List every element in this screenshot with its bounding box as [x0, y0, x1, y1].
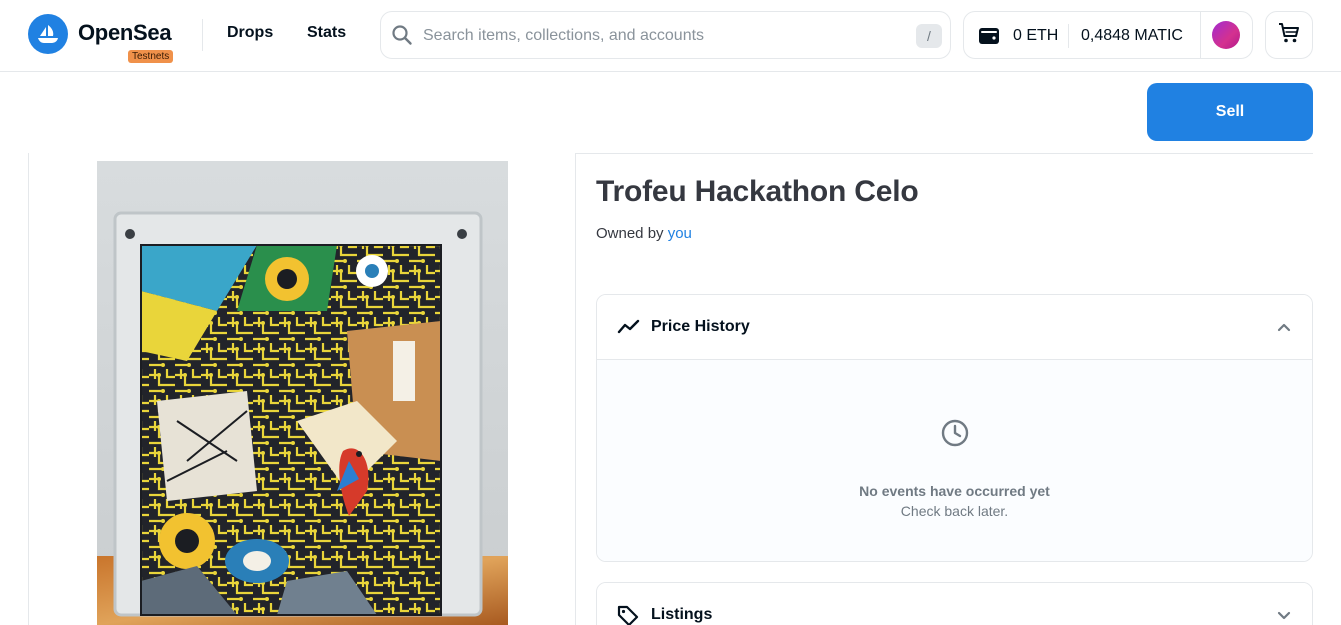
- top-navbar: OpenSea Testnets Drops Stats / 0 ETH 0,4…: [0, 0, 1341, 72]
- brand-name[interactable]: OpenSea: [78, 20, 172, 46]
- search-input[interactable]: [423, 24, 883, 48]
- cart-icon: [1277, 21, 1301, 50]
- wallet-icon: [978, 26, 1000, 51]
- wallet-balance-pill[interactable]: 0 ETH 0,4848 MATIC: [963, 11, 1253, 59]
- item-title: Trofeu Hackathon Celo: [596, 175, 919, 208]
- owned-by-label: Owned by: [596, 225, 664, 242]
- nav-drops[interactable]: Drops: [227, 24, 273, 42]
- price-history-title: Price History: [651, 318, 750, 335]
- avatar[interactable]: [1212, 21, 1240, 49]
- chevron-up-icon[interactable]: [1276, 319, 1292, 340]
- empty-state-title: No events have occurred yet: [859, 483, 1050, 499]
- nav-stats[interactable]: Stats: [307, 24, 346, 42]
- matic-balance: 0,4848 MATIC: [1081, 27, 1183, 44]
- empty-state-subtitle: Check back later.: [900, 503, 1009, 519]
- price-history-panel: Price History No events have occurred ye…: [596, 294, 1313, 562]
- nav-divider: [202, 19, 203, 51]
- avatar-divider: [1200, 12, 1201, 58]
- trend-line-icon: [617, 317, 641, 342]
- sell-button[interactable]: Sell: [1147, 83, 1313, 141]
- nft-image-panel: [28, 153, 576, 625]
- search-shortcut-key: /: [916, 24, 942, 48]
- listings-panel: Listings: [596, 582, 1313, 625]
- owned-by-line: Owned by you: [596, 225, 692, 242]
- search-icon: [391, 24, 413, 51]
- listings-toggle[interactable]: Listings: [597, 583, 1312, 625]
- balance-divider: [1068, 24, 1069, 48]
- nft-image[interactable]: [97, 161, 508, 625]
- eth-balance: 0 ETH: [1013, 27, 1059, 44]
- owner-link[interactable]: you: [668, 225, 692, 242]
- chevron-down-icon[interactable]: [1276, 607, 1292, 625]
- clock-icon: [940, 418, 970, 453]
- price-history-toggle[interactable]: Price History: [597, 295, 1312, 360]
- testnets-badge: Testnets: [128, 50, 174, 63]
- cart-button[interactable]: [1265, 11, 1313, 59]
- tag-icon: [617, 605, 639, 625]
- opensea-logo-icon[interactable]: [28, 14, 68, 54]
- price-history-body: No events have occurred yet Check back l…: [597, 360, 1312, 561]
- listings-title: Listings: [651, 606, 713, 623]
- search-bar[interactable]: /: [380, 11, 951, 59]
